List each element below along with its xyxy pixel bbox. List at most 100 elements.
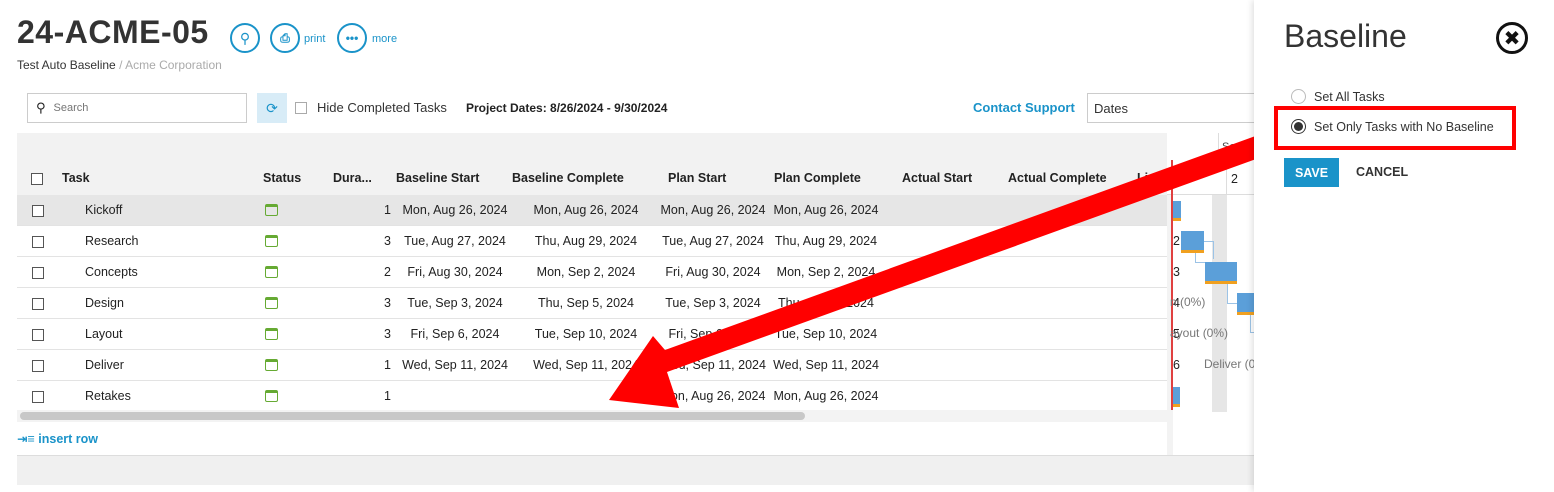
- set-no-baseline-label[interactable]: Set Only Tasks with No Baseline: [1314, 120, 1494, 134]
- header-plan-complete[interactable]: Plan Complete: [774, 171, 861, 185]
- cell-baseline-start[interactable]: Fri, Sep 6, 2024: [397, 327, 513, 341]
- cell-plan-start[interactable]: Tue, Aug 27, 2024: [645, 234, 781, 248]
- cell-task[interactable]: Research: [85, 234, 139, 248]
- cell-duration[interactable]: 3: [363, 234, 391, 248]
- gantt-bar[interactable]: [1205, 262, 1237, 284]
- row-checkbox[interactable]: [32, 391, 44, 403]
- cell-duration[interactable]: 1: [363, 389, 391, 403]
- cell-plan-complete[interactable]: Mon, Aug 26, 2024: [765, 389, 887, 403]
- header-plan-start[interactable]: Plan Start: [668, 171, 726, 185]
- row-checkbox[interactable]: [32, 236, 44, 248]
- cell-baseline-complete[interactable]: Mon, Sep 2, 2024: [521, 265, 651, 279]
- save-button[interactable]: SAVE: [1284, 158, 1339, 187]
- more-icon[interactable]: •••: [337, 23, 367, 53]
- search-input[interactable]: [53, 102, 224, 114]
- cell-plan-start[interactable]: Tue, Sep 3, 2024: [645, 296, 781, 310]
- print-icon[interactable]: ⎙: [270, 23, 300, 53]
- cell-task[interactable]: Kickoff: [85, 203, 122, 217]
- table-row[interactable]: Research 3 Tue, Aug 27, 2024 Thu, Aug 29, 2…: [17, 226, 1180, 257]
- cell-duration[interactable]: 2: [363, 265, 391, 279]
- cell-line[interactable]: 2: [1147, 234, 1180, 248]
- table-row[interactable]: Retakes 1 Mon, Aug 26, 2024 Mon, Aug 26, 20…: [17, 381, 1180, 412]
- cell-plan-start[interactable]: Fri, Sep 6, 2024: [645, 327, 781, 341]
- table-row[interactable]: Kickoff 1 Mon, Aug 26, 2024 Mon, Aug 26, 20…: [17, 195, 1180, 226]
- search-icon[interactable]: ⚲: [230, 23, 260, 53]
- cell-line[interactable]: 6: [1147, 358, 1180, 372]
- gantt-bar[interactable]: [1181, 231, 1204, 253]
- cell-baseline-start[interactable]: Wed, Sep 11, 2024: [397, 358, 513, 372]
- header-actual-start[interactable]: Actual Start: [902, 171, 972, 185]
- row-checkbox[interactable]: [32, 205, 44, 217]
- header-duration[interactable]: Dura...: [333, 171, 372, 185]
- breadcrumb-client[interactable]: Acme Corporation: [125, 58, 222, 72]
- set-all-tasks-label[interactable]: Set All Tasks: [1314, 90, 1385, 104]
- cell-duration[interactable]: 3: [363, 327, 391, 341]
- cell-plan-complete[interactable]: Tue, Sep 10, 2024: [765, 327, 887, 341]
- cell-task[interactable]: Retakes: [85, 389, 131, 403]
- breadcrumb-project[interactable]: Test Auto Baseline: [17, 58, 116, 72]
- cell-line[interactable]: 3: [1147, 265, 1180, 279]
- calendar-status-icon[interactable]: [265, 204, 278, 216]
- table-row[interactable]: Deliver 1 Wed, Sep 11, 2024 Wed, Sep 11, 20…: [17, 350, 1180, 381]
- header-actual-complete[interactable]: Actual Complete: [1008, 171, 1107, 185]
- header-baseline-complete[interactable]: Baseline Complete: [512, 171, 624, 185]
- print-link[interactable]: print: [304, 33, 325, 45]
- table-row[interactable]: Concepts 2 Fri, Aug 30, 2024 Mon, Sep 2, 20…: [17, 257, 1180, 288]
- horizontal-scrollbar[interactable]: [20, 412, 805, 420]
- select-all-checkbox[interactable]: [31, 173, 43, 185]
- cell-baseline-complete[interactable]: Thu, Aug 29, 2024: [521, 234, 651, 248]
- cell-task[interactable]: Design: [85, 296, 124, 310]
- close-icon[interactable]: ✖: [1496, 22, 1528, 54]
- cell-task[interactable]: Deliver: [85, 358, 124, 372]
- cell-plan-complete[interactable]: Wed, Sep 11, 2024: [765, 358, 887, 372]
- cell-plan-complete[interactable]: Mon, Sep 2, 2024: [765, 265, 887, 279]
- set-no-baseline-radio[interactable]: [1291, 119, 1306, 134]
- hide-completed-checkbox[interactable]: [295, 102, 307, 114]
- calendar-status-icon[interactable]: [265, 390, 278, 402]
- row-checkbox[interactable]: [32, 298, 44, 310]
- cell-baseline-start[interactable]: Tue, Aug 27, 2024: [397, 234, 513, 248]
- calendar-status-icon[interactable]: [265, 328, 278, 340]
- cell-plan-complete[interactable]: Mon, Aug 26, 2024: [765, 203, 887, 217]
- gantt-bar[interactable]: [1173, 201, 1181, 221]
- cell-task[interactable]: Concepts: [85, 265, 138, 279]
- more-link[interactable]: more: [372, 33, 397, 45]
- dates-select[interactable]: Dates: [1087, 93, 1257, 123]
- set-all-tasks-radio[interactable]: [1291, 89, 1306, 104]
- header-baseline-start[interactable]: Baseline Start: [396, 171, 479, 185]
- cell-baseline-start[interactable]: Fri, Aug 30, 2024: [397, 265, 513, 279]
- search-box[interactable]: ⚲: [27, 93, 247, 123]
- calendar-status-icon[interactable]: [265, 266, 278, 278]
- cell-task[interactable]: Layout: [85, 327, 123, 341]
- cell-duration[interactable]: 1: [363, 358, 391, 372]
- cell-plan-complete[interactable]: Thu, Sep 5, 2024: [765, 296, 887, 310]
- row-checkbox[interactable]: [32, 329, 44, 341]
- cancel-button[interactable]: CANCEL: [1356, 165, 1408, 179]
- calendar-status-icon[interactable]: [265, 297, 278, 309]
- contact-support-link[interactable]: Contact Support: [973, 100, 1075, 115]
- cell-plan-start[interactable]: Fri, Aug 30, 2024: [645, 265, 781, 279]
- cell-baseline-start[interactable]: Tue, Sep 3, 2024: [397, 296, 513, 310]
- cell-baseline-complete[interactable]: Thu, Sep 5, 2024: [521, 296, 651, 310]
- cell-plan-start[interactable]: Mon, Aug 26, 2024: [645, 389, 781, 403]
- cell-baseline-complete[interactable]: Wed, Sep 11, 2024: [521, 358, 651, 372]
- cell-baseline-start[interactable]: Mon, Aug 26, 2024: [397, 203, 513, 217]
- cell-baseline-complete[interactable]: Tue, Sep 10, 2024: [521, 327, 651, 341]
- cell-plan-start[interactable]: Wed, Sep 11, 2024: [645, 358, 781, 372]
- row-checkbox[interactable]: [32, 267, 44, 279]
- cell-duration[interactable]: 1: [363, 203, 391, 217]
- cell-plan-start[interactable]: Mon, Aug 26, 2024: [645, 203, 781, 217]
- refresh-button[interactable]: ⟳: [257, 93, 287, 123]
- insert-row-button[interactable]: ⇥≡ insert row: [17, 431, 98, 446]
- header-task[interactable]: Task: [62, 171, 90, 185]
- gantt-bar[interactable]: [1173, 387, 1180, 407]
- table-row[interactable]: Design 3 Tue, Sep 3, 2024 Thu, Sep 5, 2024 T…: [17, 288, 1180, 319]
- header-line[interactable]: Lin: [1137, 171, 1156, 185]
- header-status[interactable]: Status: [263, 171, 301, 185]
- cell-plan-complete[interactable]: Thu, Aug 29, 2024: [765, 234, 887, 248]
- row-checkbox[interactable]: [32, 360, 44, 372]
- cell-duration[interactable]: 3: [363, 296, 391, 310]
- calendar-status-icon[interactable]: [265, 235, 278, 247]
- table-row[interactable]: Layout 3 Fri, Sep 6, 2024 Tue, Sep 10, 2024…: [17, 319, 1180, 350]
- calendar-status-icon[interactable]: [265, 359, 278, 371]
